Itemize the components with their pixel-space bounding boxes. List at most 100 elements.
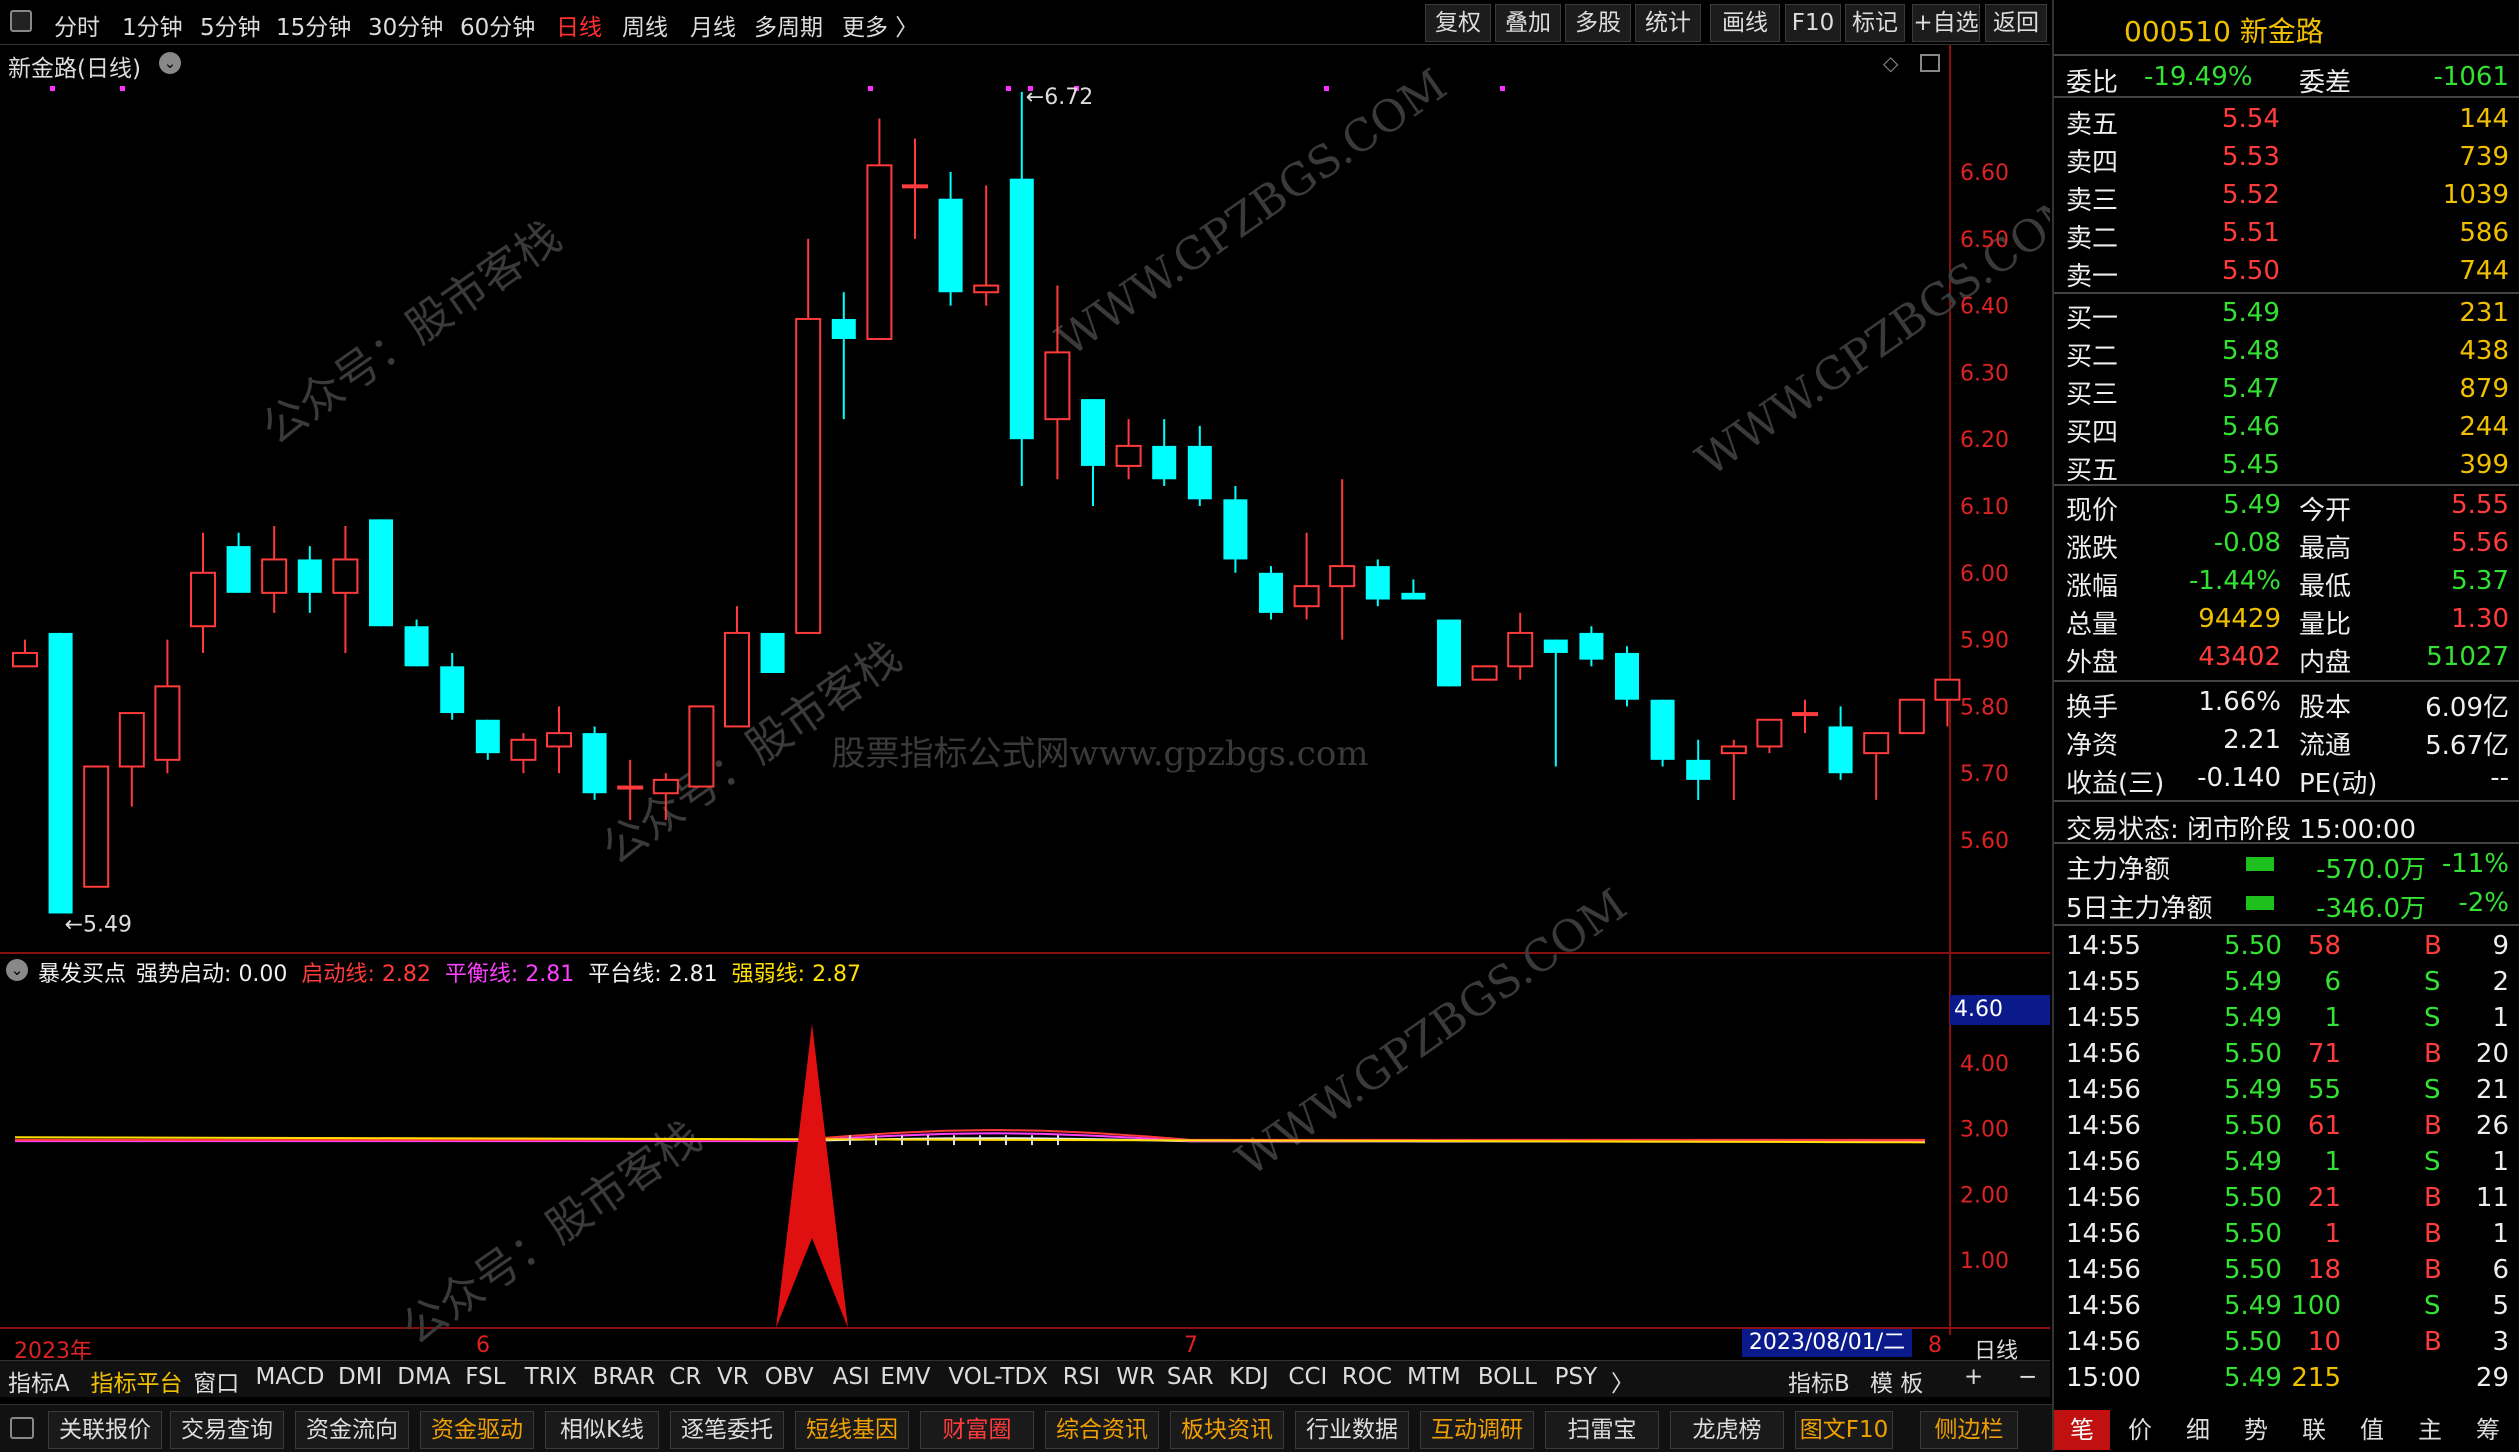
candle-body[interactable] [1401,592,1426,600]
candle-body[interactable] [973,284,1000,294]
indicator-tab[interactable]: BOLL [1478,1364,1537,1390]
indicator-tab[interactable]: DMA [397,1364,450,1390]
candle-body[interactable] [404,626,429,667]
candle-body[interactable] [1223,499,1248,560]
kline-chart-panel[interactable]: 公众号：股市客栈 WWW.GPZBGS.COM 公众号：股市客栈 股票指标公式网www… [0,45,2096,1380]
indicator-tab[interactable]: ROC [1342,1364,1392,1390]
indicator-tab[interactable]: OBV [765,1364,814,1390]
side-tab[interactable]: 势 [2228,1410,2284,1450]
function-button[interactable]: 财富圈 [920,1411,1034,1449]
period-tab[interactable]: 30分钟 [368,8,443,42]
tool-button[interactable]: 复权 [1425,4,1491,42]
candle-body[interactable] [831,318,856,339]
side-tab[interactable]: 笔 [2054,1410,2110,1450]
panel-toggle-icon[interactable] [1920,54,1940,72]
candle-body[interactable] [190,571,216,628]
indicator-tab[interactable]: DMI [338,1364,382,1390]
candle-body[interactable] [1115,444,1142,467]
candle-body[interactable] [724,631,750,728]
candle-body[interactable] [1650,699,1675,760]
candle-body[interactable] [1898,698,1925,735]
indicator-tab[interactable]: SAR [1167,1364,1214,1390]
side-tab[interactable]: 价 [2112,1410,2168,1450]
function-button[interactable]: 扫雷宝 [1545,1411,1659,1449]
candle-body[interactable] [938,198,963,293]
candle-body[interactable] [1792,712,1818,717]
function-button[interactable]: 资金流向 [295,1411,409,1449]
tool-button[interactable]: F10 [1785,4,1841,42]
indicator-tab[interactable]: PSY [1555,1364,1598,1390]
candle-body[interactable] [1471,665,1498,681]
indicator-tab[interactable]: 〉 [1611,1364,1634,1398]
indicator-tab[interactable]: CCI [1288,1364,1327,1390]
candle-body[interactable] [48,632,73,914]
tool-button[interactable]: 多股 [1565,4,1631,42]
title-dropdown-icon[interactable]: ⌄ [159,52,181,74]
indicator-collapse-icon[interactable]: ⌄ [6,959,28,981]
candle-body[interactable] [83,765,110,888]
function-button[interactable]: 板块资讯 [1170,1411,1284,1449]
function-button[interactable]: 交易查询 [170,1411,284,1449]
indicator-tab[interactable]: KDJ [1229,1364,1269,1390]
candle-body[interactable] [118,712,145,768]
candle-body[interactable] [1934,678,1961,701]
candle-body[interactable] [297,559,322,593]
candle-body[interactable] [1579,632,1604,660]
period-tab[interactable]: 日线 [556,8,602,42]
candle-body[interactable] [1293,585,1320,608]
indicator-right-button[interactable]: 模 板 [1870,1364,1923,1398]
candle-body[interactable] [1507,631,1534,668]
indicator-tab[interactable]: RSI [1063,1364,1100,1390]
candle-body[interactable] [1329,565,1356,588]
function-button[interactable]: 关联报价 [48,1411,162,1449]
candle-body[interactable] [510,738,537,761]
function-button[interactable]: 互动调研 [1420,1411,1534,1449]
indicator-right-button[interactable]: − [2018,1364,2037,1390]
function-button[interactable]: 侧边栏 [1920,1411,2018,1449]
candle-body[interactable] [1044,351,1071,421]
indicator-tab[interactable]: FSL [465,1364,505,1390]
period-tab[interactable]: 月线 [690,8,736,42]
candle-body[interactable] [1756,718,1783,748]
indicator-right-button[interactable]: + [1964,1364,1983,1390]
side-tab[interactable]: 联 [2286,1410,2342,1450]
candle-body[interactable] [332,558,359,594]
period-tab[interactable]: 分时 [54,8,100,42]
function-button[interactable]: 行业数据 [1295,1411,1409,1449]
indicator-tab[interactable]: 窗口 [193,1364,239,1398]
candle-body[interactable] [369,519,393,627]
side-tab[interactable]: 值 [2344,1410,2400,1450]
function-button[interactable]: 龙虎榜 [1670,1411,1784,1449]
candle-body[interactable] [475,719,500,754]
period-tab[interactable]: 多周期 [754,8,823,42]
candle-body[interactable] [154,685,181,761]
tool-button[interactable]: 标记 [1845,4,1905,42]
indicator-tab[interactable]: 指标平台 [91,1364,183,1398]
indicator-tab[interactable]: MTM [1407,1364,1461,1390]
side-tab[interactable]: 细 [2170,1410,2226,1450]
side-tab[interactable]: 筹 [2460,1410,2516,1450]
indicator-tab[interactable]: ASI [833,1364,870,1390]
tool-button[interactable]: 返回 [1985,4,2047,42]
candle-body[interactable] [617,785,644,790]
candle-body[interactable] [1543,639,1568,653]
period-tab[interactable]: 5分钟 [200,8,261,42]
candle-body[interactable] [1720,745,1747,755]
indicator-tab[interactable]: 指标A [8,1364,70,1398]
function-button[interactable]: 资金驱动 [420,1411,534,1449]
candle-body[interactable] [440,666,465,714]
function-button[interactable]: 逐笔委托 [670,1411,784,1449]
candle-body[interactable] [546,732,572,748]
period-tab[interactable]: 60分钟 [460,8,535,42]
function-button[interactable]: 图文F10 [1795,1411,1893,1449]
indicator-tab[interactable]: BRAR [593,1364,656,1390]
function-button[interactable]: 短线基因 [795,1411,909,1449]
candle-body[interactable] [760,632,785,673]
candle-body[interactable] [1152,445,1177,480]
indicator-tab[interactable]: MACD [256,1364,325,1390]
candle-body[interactable] [1009,178,1034,440]
candle-body[interactable] [1081,399,1105,466]
indicator-tab[interactable]: VR [717,1364,749,1390]
candle-body[interactable] [12,651,38,668]
candle-body[interactable] [866,164,893,340]
